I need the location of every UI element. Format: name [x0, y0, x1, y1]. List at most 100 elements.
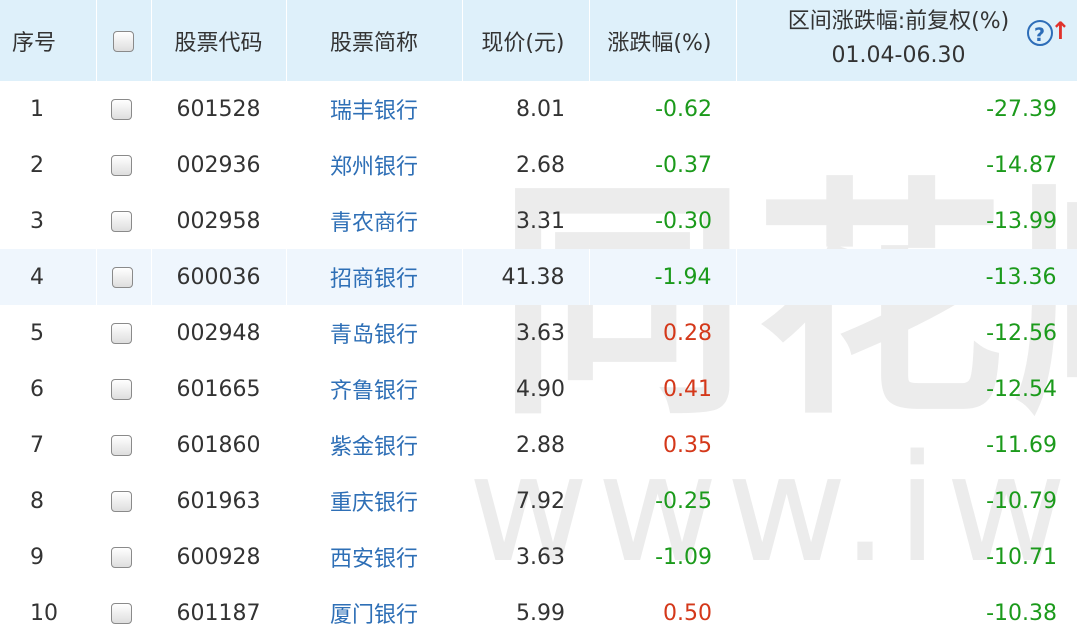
stock-price: 41.38 — [462, 249, 590, 305]
stock-range-change: -27.39 — [986, 96, 1057, 122]
stock-range-change: -10.79 — [986, 488, 1057, 514]
stock-name-link[interactable]: 瑞丰银行 — [286, 81, 462, 137]
header-select-all[interactable] — [96, 0, 152, 81]
row-index: 6 — [30, 376, 44, 402]
stock-name-link[interactable]: 齐鲁银行 — [286, 361, 462, 417]
table-row[interactable]: 7 601860 紫金银行 2.88 0.35 -11.69 — [0, 417, 1077, 473]
row-select[interactable] — [96, 417, 151, 473]
row-select[interactable] — [96, 305, 151, 361]
table-row[interactable]: 8 601963 重庆银行 7.92 -0.25 -10.79 — [0, 473, 1077, 529]
stock-code: 600036 — [151, 249, 287, 305]
row-checkbox[interactable] — [111, 155, 132, 176]
row-checkbox[interactable] — [111, 99, 132, 120]
results-table: 序号 股票代码 股票简称 现价(元) 涨跌幅(%) 区间涨跌幅:前复权(%) 0… — [0, 0, 1077, 639]
table-row[interactable]: 10 601187 厦门银行 5.99 0.50 -10.38 — [0, 585, 1077, 639]
row-checkbox[interactable] — [111, 491, 132, 512]
stock-change: -0.25 — [655, 488, 712, 514]
table-row[interactable]: 4 600036 招商银行 41.38 -1.94 -13.36 — [0, 249, 1077, 305]
stock-name-link[interactable]: 青农商行 — [286, 193, 462, 249]
stock-change: -0.37 — [655, 152, 712, 178]
row-index: 9 — [30, 544, 44, 570]
stock-price: 3.31 — [516, 208, 565, 234]
stock-change: -0.62 — [655, 96, 712, 122]
sort-arrow-icon[interactable]: ↑ — [1050, 18, 1070, 44]
table-row[interactable]: 9 600928 西安银行 3.63 -1.09 -10.71 — [0, 529, 1077, 585]
table-row[interactable]: 5 002948 青岛银行 3.63 0.28 -12.56 — [0, 305, 1077, 361]
row-checkbox[interactable] — [111, 603, 132, 624]
stock-price: 4.90 — [516, 376, 565, 402]
header-range-title: 区间涨跌幅:前复权(%) — [787, 8, 1010, 34]
row-checkbox[interactable] — [111, 211, 132, 232]
stock-name-link[interactable]: 郑州银行 — [286, 137, 462, 193]
header-range-change[interactable]: 区间涨跌幅:前复权(%) 01.04-06.30 ? ↑ — [736, 0, 1077, 81]
row-index: 2 — [30, 152, 44, 178]
header-stock-name[interactable]: 股票简称 — [286, 0, 463, 81]
stock-change: -1.94 — [589, 249, 737, 305]
stock-code: 601963 — [176, 488, 261, 514]
stock-price: 2.88 — [516, 432, 565, 458]
row-select[interactable] — [96, 473, 151, 529]
stock-code: 601187 — [176, 600, 261, 626]
stock-range-change: -11.69 — [986, 432, 1057, 458]
stock-code: 601665 — [176, 376, 261, 402]
row-select[interactable] — [96, 249, 152, 305]
stock-price: 3.63 — [516, 544, 565, 570]
stock-name-link[interactable]: 青岛银行 — [286, 305, 462, 361]
row-index: 5 — [30, 320, 44, 346]
row-index: 1 — [30, 96, 44, 122]
stock-change: 0.28 — [663, 320, 712, 346]
row-select[interactable] — [96, 193, 151, 249]
row-checkbox[interactable] — [111, 267, 133, 288]
stock-code: 002948 — [176, 320, 261, 346]
stock-price: 8.01 — [516, 96, 565, 122]
header-change[interactable]: 涨跌幅(%) — [589, 0, 737, 81]
row-select[interactable] — [96, 529, 151, 585]
stock-change: -0.30 — [655, 208, 712, 234]
stock-price: 5.99 — [516, 600, 565, 626]
row-select[interactable] — [96, 361, 151, 417]
header-stock-code[interactable]: 股票代码 — [151, 0, 287, 81]
stock-code: 002958 — [176, 208, 261, 234]
help-icon[interactable]: ? — [1026, 20, 1053, 46]
row-index: 10 — [30, 600, 58, 626]
stock-name-link[interactable]: 招商银行 — [286, 249, 463, 305]
table-row[interactable]: 6 601665 齐鲁银行 4.90 0.41 -12.54 — [0, 361, 1077, 417]
stock-change: 0.41 — [663, 376, 712, 402]
stock-range-change: -12.56 — [986, 320, 1057, 346]
table-header: 序号 股票代码 股票简称 现价(元) 涨跌幅(%) 区间涨跌幅:前复权(%) 0… — [0, 0, 1077, 81]
row-checkbox[interactable] — [111, 379, 132, 400]
table-row[interactable]: 1 601528 瑞丰银行 8.01 -0.62 -27.39 — [0, 81, 1077, 137]
row-index: 4 — [0, 249, 97, 305]
table-row[interactable]: 2 002936 郑州银行 2.68 -0.37 -14.87 — [0, 137, 1077, 193]
stock-code: 002936 — [176, 152, 261, 178]
stock-screener-results: 同花顺 www.iwen 序号 股票代码 股票简称 现价(元) 涨跌幅(%) 区… — [0, 0, 1077, 639]
row-index: 7 — [30, 432, 44, 458]
stock-change: -1.09 — [655, 544, 712, 570]
stock-name-link[interactable]: 厦门银行 — [286, 585, 462, 639]
header-price[interactable]: 现价(元) — [462, 0, 590, 81]
stock-price: 7.92 — [516, 488, 565, 514]
row-checkbox[interactable] — [111, 323, 132, 344]
row-select[interactable] — [96, 81, 151, 137]
stock-name-link[interactable]: 西安银行 — [286, 529, 462, 585]
stock-code: 601528 — [176, 96, 261, 122]
stock-price: 2.68 — [516, 152, 565, 178]
row-checkbox[interactable] — [111, 547, 132, 568]
row-index: 8 — [30, 488, 44, 514]
stock-price: 3.63 — [516, 320, 565, 346]
stock-code: 601860 — [176, 432, 261, 458]
table-row[interactable]: 3 002958 青农商行 3.31 -0.30 -13.99 — [0, 193, 1077, 249]
stock-range-change: -14.87 — [986, 152, 1057, 178]
row-select[interactable] — [96, 137, 151, 193]
header-index[interactable]: 序号 — [0, 0, 97, 81]
stock-range-change: -13.36 — [736, 249, 1077, 305]
stock-range-change: -10.38 — [986, 600, 1057, 626]
select-all-checkbox[interactable] — [112, 30, 134, 52]
stock-change: 0.50 — [663, 600, 712, 626]
header-row: 序号 股票代码 股票简称 现价(元) 涨跌幅(%) 区间涨跌幅:前复权(%) 0… — [0, 0, 1077, 81]
stock-name-link[interactable]: 紫金银行 — [286, 417, 462, 473]
row-checkbox[interactable] — [111, 435, 132, 456]
row-index: 3 — [30, 208, 44, 234]
row-select[interactable] — [96, 585, 151, 639]
stock-name-link[interactable]: 重庆银行 — [286, 473, 462, 529]
